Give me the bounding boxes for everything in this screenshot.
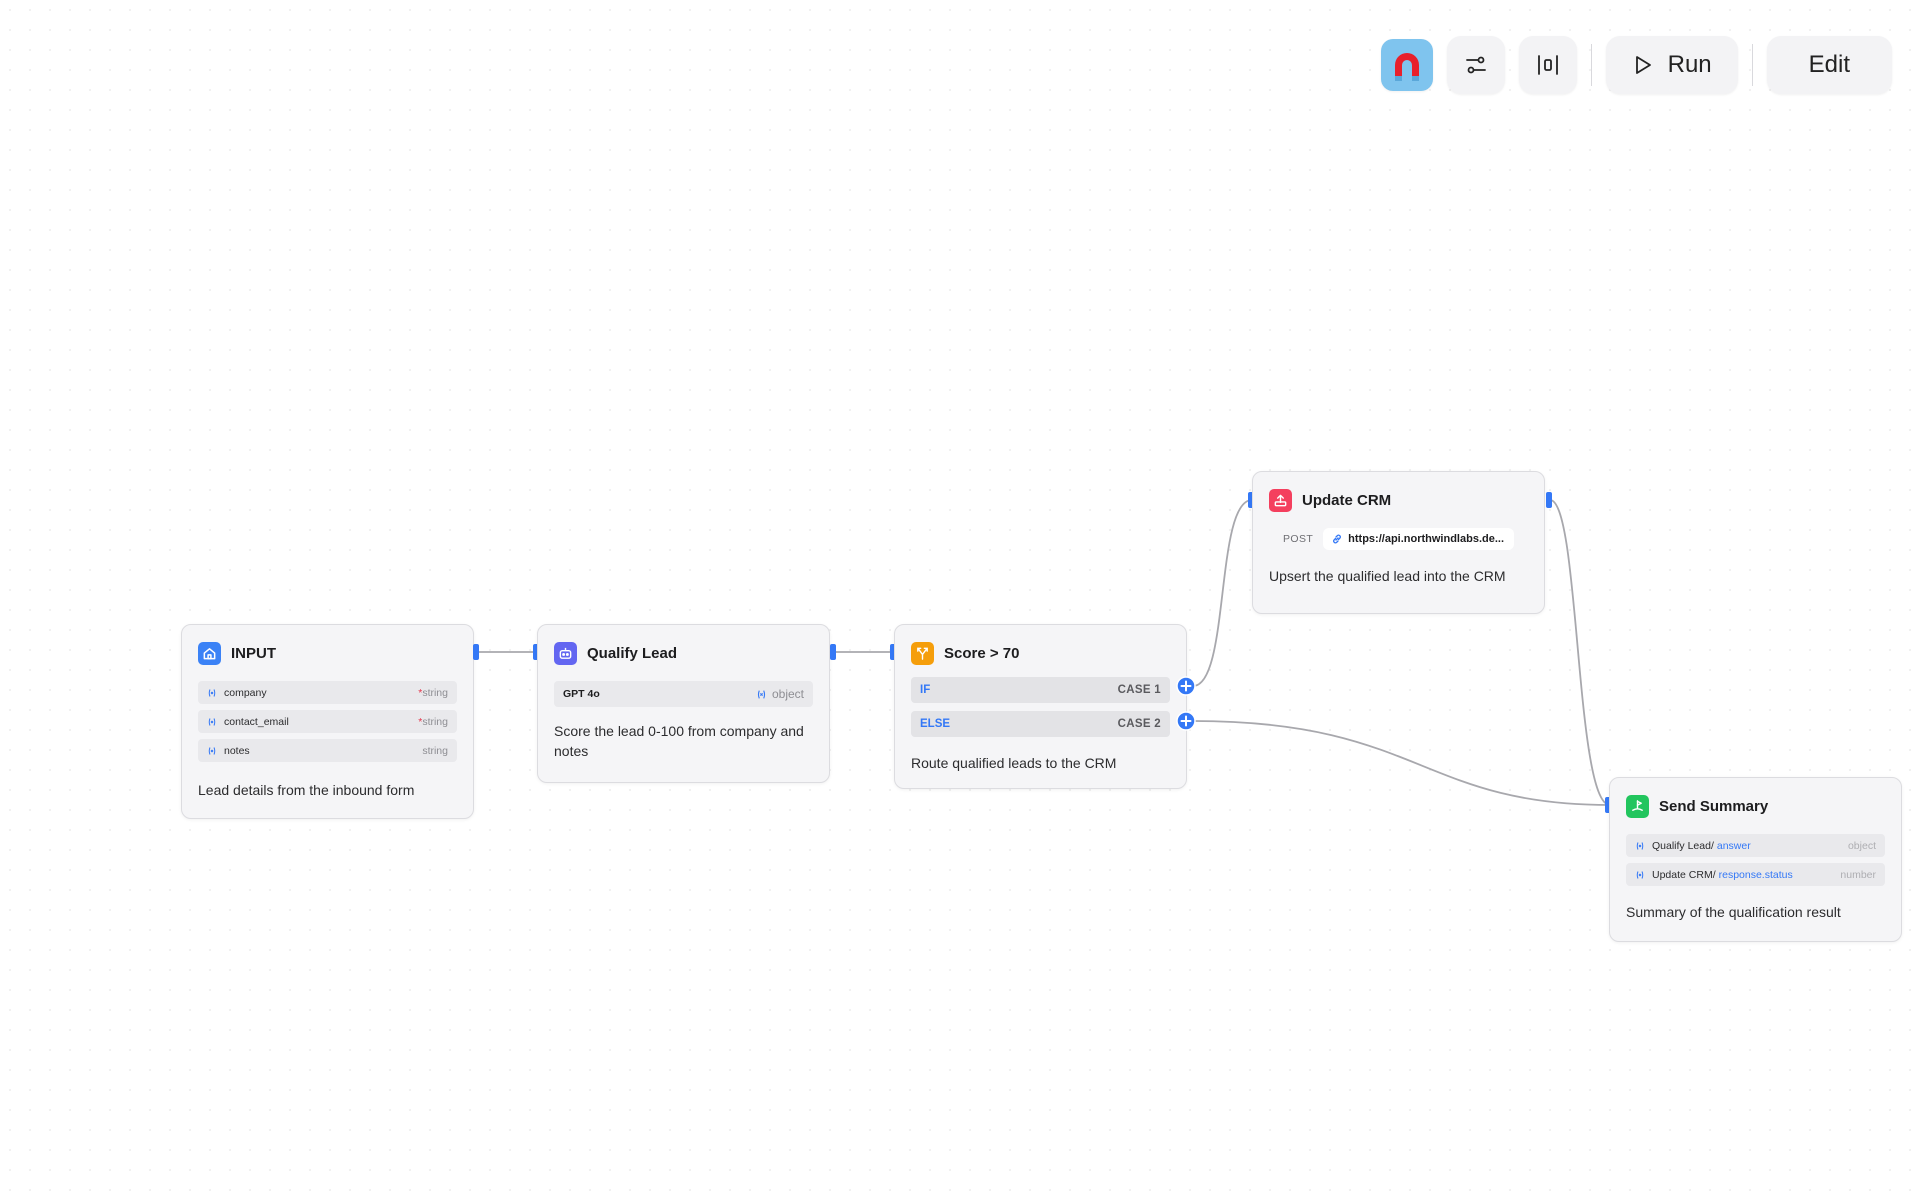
case-label: CASE 1 bbox=[1117, 684, 1161, 696]
variable-icon bbox=[208, 717, 216, 726]
http-request-row[interactable]: POST https://api.northwindlabs.de... bbox=[1269, 528, 1528, 550]
node-title: Send Summary bbox=[1659, 797, 1769, 815]
output-handle[interactable] bbox=[1546, 492, 1552, 508]
condition-node[interactable]: Score > 70 IF CASE 1 ELSE CASE 2 Route q… bbox=[894, 624, 1187, 789]
reference-type: number bbox=[1840, 868, 1876, 881]
play-icon bbox=[1635, 56, 1651, 74]
send-summary-node[interactable]: Send Summary Qualify Lead/ answer object… bbox=[1609, 777, 1902, 942]
url-text: https://api.northwindlabs.de... bbox=[1348, 533, 1505, 545]
toolbar-separator bbox=[1590, 44, 1592, 86]
variable-name: contact_email bbox=[224, 715, 289, 728]
case-key: IF bbox=[920, 684, 931, 696]
type-label: string bbox=[422, 715, 448, 728]
variable-type: *string bbox=[418, 716, 448, 728]
link-icon bbox=[1333, 534, 1342, 544]
home-icon bbox=[198, 641, 221, 665]
variable-type: *string bbox=[418, 687, 448, 699]
sliders-icon bbox=[1465, 56, 1486, 74]
settings-button[interactable] bbox=[1446, 36, 1505, 94]
variable-name: notes bbox=[224, 744, 250, 757]
node-description: Lead details from the inbound form bbox=[198, 782, 415, 798]
add-branch-else-icon[interactable] bbox=[1176, 711, 1196, 731]
reference-type: object bbox=[1847, 839, 1876, 852]
node-header: Send Summary bbox=[1626, 794, 1885, 818]
node-title: Update CRM bbox=[1302, 491, 1392, 509]
node-header: Update CRM bbox=[1269, 488, 1528, 512]
input-node[interactable]: INPUT company *string contact_email *str… bbox=[181, 624, 474, 819]
node-header: Qualify Lead bbox=[554, 641, 813, 665]
reference-row[interactable]: Qualify Lead/ answer object bbox=[1626, 834, 1885, 857]
type-label: string bbox=[422, 686, 448, 699]
variable-name: company bbox=[224, 686, 267, 699]
variable-icon bbox=[757, 689, 766, 699]
variable-row[interactable]: company *string bbox=[198, 681, 457, 704]
reference-field: answer bbox=[1716, 839, 1751, 852]
user-avatar[interactable] bbox=[1380, 39, 1433, 91]
qualify-lead-node[interactable]: Qualify Lead GPT 4o object Score the lea… bbox=[537, 624, 830, 783]
node-description: Summary of the qualification result bbox=[1626, 904, 1841, 920]
node-header: Score > 70 bbox=[911, 641, 1170, 665]
variable-type: string bbox=[422, 745, 448, 757]
reference-source: Qualify Lead/ bbox=[1652, 839, 1714, 852]
reference-row[interactable]: Update CRM/ response.status number bbox=[1626, 863, 1885, 886]
http-url: https://api.northwindlabs.de... bbox=[1323, 528, 1515, 550]
edit-label: Edit bbox=[1808, 51, 1850, 78]
run-label: Run bbox=[1667, 51, 1712, 78]
variable-icon bbox=[1636, 870, 1644, 879]
variable-row[interactable]: contact_email *string bbox=[198, 710, 457, 733]
variable-icon bbox=[208, 746, 216, 755]
model-row[interactable]: GPT 4o object bbox=[554, 681, 813, 707]
node-title: Qualify Lead bbox=[587, 644, 678, 662]
model-name: GPT 4o bbox=[563, 688, 600, 700]
reference-source: Update CRM/ bbox=[1652, 868, 1716, 881]
output-type: object bbox=[756, 687, 804, 701]
branch-icon bbox=[911, 641, 934, 665]
reference-field: response.status bbox=[1718, 868, 1793, 881]
output-handle[interactable] bbox=[830, 644, 836, 660]
node-description: Route qualified leads to the CRM bbox=[911, 755, 1117, 771]
flag-icon bbox=[1626, 794, 1649, 818]
case-row-if[interactable]: IF CASE 1 bbox=[911, 677, 1170, 703]
variable-icon bbox=[208, 688, 216, 697]
variable-row[interactable]: notes string bbox=[198, 739, 457, 762]
add-branch-if-icon[interactable] bbox=[1176, 676, 1196, 696]
type-label: string bbox=[422, 744, 448, 757]
update-crm-node[interactable]: Update CRM POST https://api.northwindlab… bbox=[1252, 471, 1545, 614]
toolbar-separator bbox=[1751, 44, 1753, 86]
node-description: Upsert the qualified lead into the CRM bbox=[1269, 568, 1506, 584]
top-toolbar: Run Edit bbox=[1380, 36, 1892, 94]
case-label: CASE 2 bbox=[1117, 718, 1161, 730]
robot-icon bbox=[554, 641, 577, 665]
magnet-icon bbox=[1394, 53, 1419, 81]
case-row-else[interactable]: ELSE CASE 2 bbox=[911, 711, 1170, 737]
node-title: INPUT bbox=[231, 644, 276, 662]
edit-button[interactable]: Edit bbox=[1766, 36, 1892, 94]
output-type-label: object bbox=[771, 687, 804, 701]
workflow-canvas[interactable] bbox=[0, 0, 1920, 1192]
output-handle[interactable] bbox=[473, 644, 479, 660]
align-center-icon bbox=[1537, 55, 1558, 75]
variable-icon bbox=[1636, 841, 1644, 850]
node-title: Score > 70 bbox=[944, 644, 1020, 662]
layout-button[interactable] bbox=[1518, 36, 1577, 94]
node-header: INPUT bbox=[198, 641, 457, 665]
node-description: Score the lead 0-100 from company and no… bbox=[554, 723, 804, 759]
run-button[interactable]: Run bbox=[1605, 36, 1738, 94]
http-method: POST bbox=[1282, 533, 1314, 545]
upload-icon bbox=[1269, 488, 1292, 512]
case-key: ELSE bbox=[920, 718, 951, 730]
